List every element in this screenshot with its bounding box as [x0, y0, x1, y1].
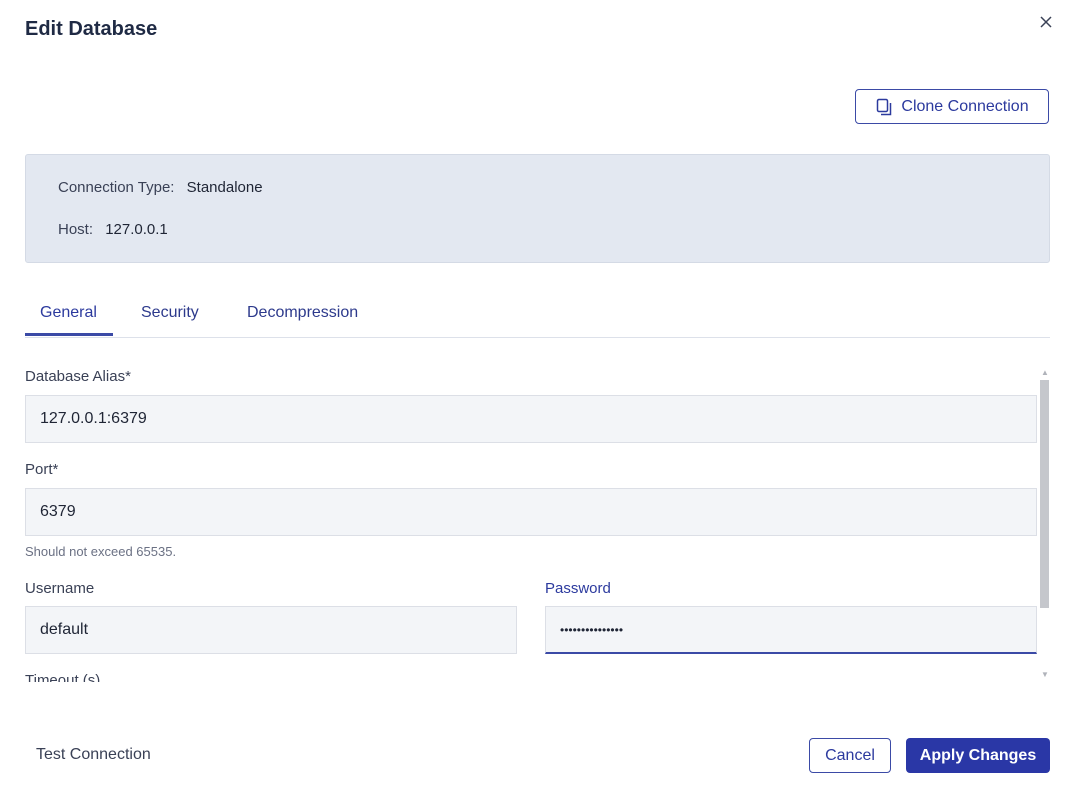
connection-type-label: Connection Type: [58, 179, 175, 196]
active-tab-indicator [25, 333, 113, 336]
tab-general[interactable]: General [40, 304, 97, 322]
username-input[interactable]: default [25, 606, 517, 654]
username-label: Username [25, 580, 95, 597]
clone-connection-label: Clone Connection [901, 97, 1029, 115]
database-alias-label: Database Alias* [25, 368, 131, 385]
clone-connection-button[interactable]: Clone Connection [855, 89, 1049, 124]
tab-bar: General Security Decompression [25, 294, 1050, 338]
tab-security[interactable]: Security [141, 304, 199, 322]
connection-type-row: Connection Type: Standalone [58, 179, 263, 196]
connection-type-value: Standalone [186, 179, 263, 196]
timeout-label: Timeout (s) [25, 672, 101, 682]
close-button[interactable] [1036, 12, 1056, 32]
scrollbar-thumb[interactable] [1040, 380, 1049, 608]
port-label: Port* [25, 461, 59, 478]
scroll-up-icon[interactable]: ▲ [1041, 368, 1049, 377]
host-row: Host: 127.0.0.1 [58, 221, 168, 238]
port-hint: Should not exceed 65535. [25, 544, 177, 559]
close-icon [1040, 16, 1052, 28]
host-value: 127.0.0.1 [105, 221, 168, 238]
connection-info-panel: Connection Type: Standalone Host: 127.0.… [25, 154, 1050, 263]
database-alias-input[interactable]: 127.0.0.1:6379 [25, 395, 1037, 443]
apply-changes-button[interactable]: Apply Changes [906, 738, 1050, 773]
tab-decompression[interactable]: Decompression [247, 304, 358, 322]
password-label: Password [545, 580, 611, 597]
host-label: Host: [58, 221, 94, 238]
page-title: Edit Database [25, 18, 158, 40]
password-input[interactable]: ••••••••••••••• [545, 606, 1037, 654]
copy-icon [877, 98, 892, 115]
cancel-button[interactable]: Cancel [809, 738, 891, 773]
test-connection-button[interactable]: Test Connection [36, 746, 151, 764]
port-input[interactable]: 6379 [25, 488, 1037, 536]
scroll-down-icon[interactable]: ▼ [1041, 670, 1049, 679]
